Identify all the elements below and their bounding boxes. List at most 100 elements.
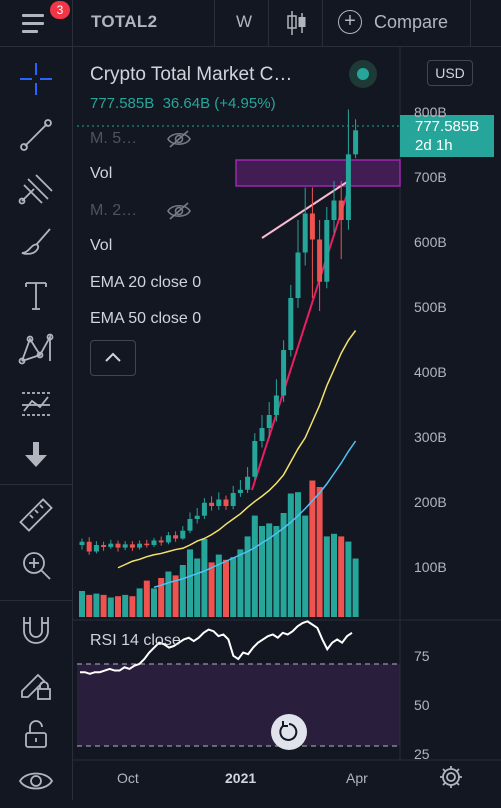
volume-bar — [187, 549, 193, 617]
current-price: 777.585B — [90, 95, 155, 112]
volume-bar — [165, 571, 172, 617]
pattern-icon — [18, 333, 54, 365]
magnet-tool[interactable] — [14, 607, 58, 651]
indicator-ma-2[interactable]: M. 2… — [90, 202, 137, 220]
visibility-tool[interactable] — [14, 759, 58, 803]
volume-bar — [129, 596, 136, 617]
candle-body — [180, 530, 186, 539]
text-icon — [25, 282, 47, 310]
pitchfork-tool[interactable] — [14, 167, 58, 211]
price-change: 777.585B 36.64B (+4.95%) — [90, 95, 276, 112]
reset-icon — [279, 721, 298, 741]
candle-body — [252, 441, 258, 477]
rsi-band — [77, 664, 400, 746]
x-tick-label: Apr — [346, 770, 368, 786]
volume-bar — [115, 596, 121, 617]
candle-body — [108, 543, 114, 547]
candle-body — [266, 415, 272, 428]
candle-body — [331, 200, 337, 220]
brush-tool[interactable] — [14, 219, 58, 263]
candle-body — [79, 541, 85, 545]
notification-badge: 3 — [50, 1, 70, 19]
x-tick-label: Oct — [117, 770, 139, 786]
magnet-icon — [23, 617, 49, 644]
indicator-ema-50[interactable]: EMA 50 close 0 — [90, 310, 201, 328]
volume-bar — [302, 515, 309, 617]
volume-bar — [93, 593, 100, 617]
volume-bar — [201, 539, 208, 617]
candle-body — [129, 544, 135, 548]
y-tick-label: 500B — [414, 299, 447, 315]
eye-off-icon[interactable] — [166, 201, 192, 221]
indicator-ema-20[interactable]: EMA 20 close 0 — [90, 274, 201, 292]
candle-body — [245, 476, 251, 490]
candle-body — [151, 540, 157, 545]
volume-bar — [251, 515, 258, 617]
reset-chart-button[interactable] — [271, 714, 307, 750]
rsi-legend[interactable]: RSI 14 close — [90, 632, 181, 650]
unlock-tool[interactable] — [14, 711, 58, 755]
change-value: 36.64B (+4.95%) — [162, 95, 276, 112]
volume-bar — [316, 487, 323, 617]
candle-body — [137, 543, 143, 548]
volume-bar — [331, 533, 337, 617]
candle-body — [144, 543, 150, 546]
crosshair-tool[interactable] — [14, 57, 58, 101]
volume-bar — [151, 588, 157, 617]
rsi-tick-label: 25 — [414, 746, 430, 762]
volume-bar — [122, 594, 129, 617]
chart-type-button[interactable] — [286, 10, 308, 36]
volume-bar — [287, 493, 294, 617]
last-price-tag: 777.585B 2d 1h — [400, 115, 494, 157]
volume-bar — [143, 580, 150, 617]
eye-off-icon[interactable] — [166, 129, 192, 149]
indicator-vol-2[interactable]: Vol — [90, 237, 112, 255]
price-chart[interactable] — [73, 47, 501, 800]
rsi-tick-label: 75 — [414, 648, 430, 664]
volume-bar — [323, 536, 330, 617]
plus-circle-icon: + — [338, 10, 362, 34]
candle-body — [309, 213, 315, 240]
crosshair-icon — [20, 63, 52, 95]
volume-bar — [295, 492, 301, 617]
volume-bar — [136, 588, 143, 617]
symbol-selector[interactable]: TOTAL2 — [91, 12, 157, 32]
lock-drawings-tool[interactable] — [14, 661, 58, 705]
price-tag-countdown: 2d 1h — [415, 137, 453, 154]
text-tool[interactable] — [14, 273, 58, 317]
candle-body — [281, 350, 287, 396]
candle-body — [295, 252, 301, 298]
currency-button[interactable]: USD — [427, 60, 473, 86]
volume-bar — [208, 562, 215, 617]
volume-bar — [194, 558, 201, 617]
forecast-icon — [22, 392, 50, 416]
volume-bar — [107, 597, 114, 617]
symbol-title[interactable]: Crypto Total Market C… — [90, 64, 292, 86]
trend-line-tool[interactable] — [14, 113, 58, 157]
arrow-down-icon — [25, 442, 47, 467]
interval-selector[interactable]: W — [236, 12, 252, 32]
volume-bar — [345, 541, 352, 617]
eye-icon — [18, 772, 54, 790]
ruler-tool[interactable] — [14, 493, 58, 537]
settings-gear-icon[interactable] — [438, 764, 464, 790]
zoom-in-tool[interactable] — [14, 543, 58, 587]
volume-bar — [86, 594, 93, 617]
candle-body — [158, 540, 164, 543]
pattern-tool[interactable] — [14, 327, 58, 371]
y-tick-label: 700B — [414, 169, 447, 185]
candle-body — [353, 130, 359, 155]
indicator-vol-1[interactable]: Vol — [90, 165, 112, 183]
volume-bar — [230, 557, 237, 617]
more-tools-button[interactable] — [14, 433, 58, 477]
volume-bar — [237, 549, 244, 617]
candlestick-icon — [287, 11, 306, 35]
market-status-dot — [349, 60, 377, 88]
candle-body — [345, 154, 351, 220]
forecast-tool[interactable] — [14, 381, 58, 425]
candle-body — [216, 499, 222, 506]
indicator-ma-5[interactable]: M. 5… — [90, 130, 137, 148]
y-tick-label: 600B — [414, 234, 447, 250]
y-tick-label: 300B — [414, 429, 447, 445]
collapse-legend-button[interactable] — [90, 340, 136, 376]
